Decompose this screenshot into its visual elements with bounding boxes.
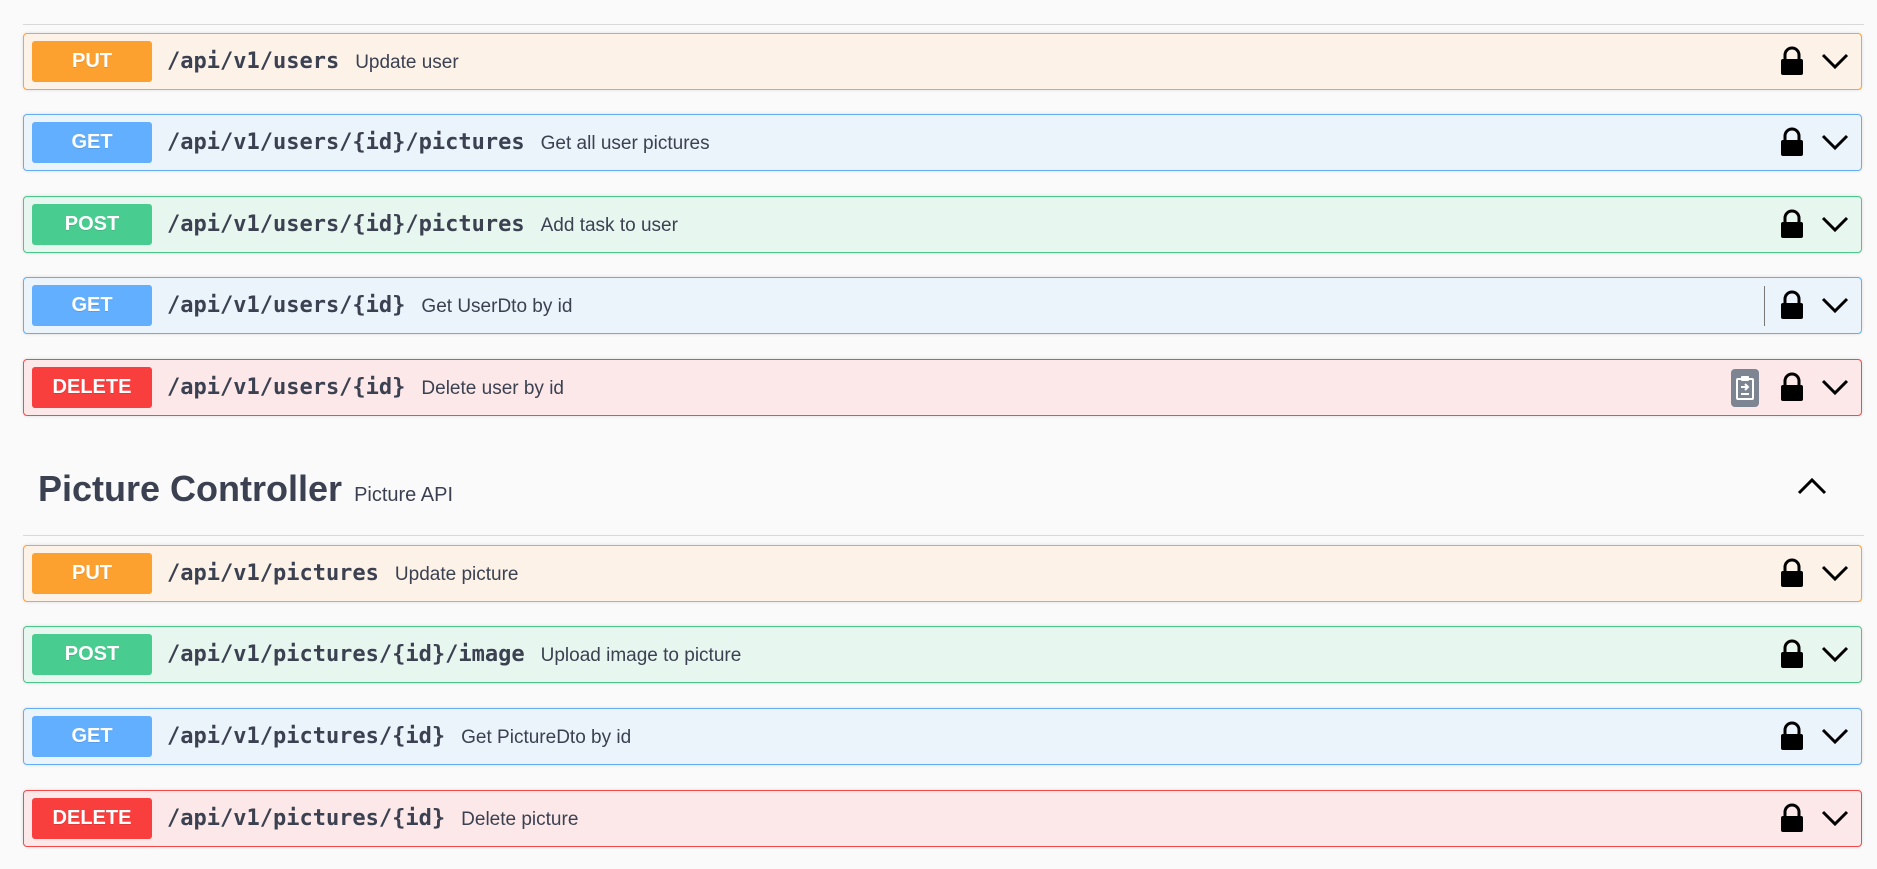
method-badge: GET <box>32 122 152 163</box>
operation-path-row: /api/v1/pictures/{id} Get PictureDto by i… <box>167 709 631 764</box>
method-badge: GET <box>32 716 152 757</box>
operation-summary: Get UserDto by id <box>421 296 573 317</box>
operation-put-pictures[interactable]: PUT /api/v1/pictures Update picture <box>23 545 1862 602</box>
chevron-down-icon[interactable] <box>1821 295 1849 315</box>
operation-path: /api/v1/users/{id}/pictures <box>167 130 525 155</box>
operation-summary: Add task to user <box>540 215 678 236</box>
lock-icon[interactable] <box>1779 721 1805 751</box>
method-badge: PUT <box>32 553 152 594</box>
operation-path-row: /api/v1/pictures Update picture <box>167 546 519 601</box>
operation-summary: Get all user pictures <box>540 133 710 154</box>
method-badge: POST <box>32 634 152 675</box>
method-badge: GET <box>32 285 152 326</box>
operation-path-row: /api/v1/users/{id} Get UserDto by id <box>167 278 572 333</box>
chevron-down-icon[interactable] <box>1821 808 1849 828</box>
section-divider <box>23 24 1864 25</box>
operation-summary: Get PictureDto by id <box>461 727 632 748</box>
vertical-divider <box>1764 286 1765 326</box>
operation-path: /api/v1/users <box>167 49 340 74</box>
lock-icon[interactable] <box>1779 372 1805 402</box>
chevron-down-icon[interactable] <box>1821 563 1849 583</box>
clipboard-copy-icon <box>1736 376 1754 400</box>
operation-delete-user-by-id[interactable]: DELETE /api/v1/users/{id} Delete user by … <box>23 359 1862 416</box>
operation-post-user-pictures[interactable]: POST /api/v1/users/{id}/pictures Add task… <box>23 196 1862 253</box>
tag-title: Picture Controller <box>38 468 343 509</box>
operation-summary: Update picture <box>394 564 519 585</box>
operation-get-picture-by-id[interactable]: GET /api/v1/pictures/{id} Get PictureDto … <box>23 708 1862 765</box>
operation-path: /api/v1/users/{id} <box>167 375 406 400</box>
lock-icon[interactable] <box>1779 558 1805 588</box>
chevron-down-icon[interactable] <box>1821 132 1849 152</box>
chevron-down-icon[interactable] <box>1821 644 1849 664</box>
operation-path-row: /api/v1/users/{id}/pictures Add task to u… <box>167 197 678 252</box>
chevron-down-icon[interactable] <box>1821 51 1849 71</box>
operation-path: /api/v1/pictures/{id}/image <box>167 642 525 667</box>
lock-icon[interactable] <box>1779 209 1805 239</box>
copy-to-clipboard-button[interactable] <box>1731 369 1759 407</box>
lock-icon[interactable] <box>1779 803 1805 833</box>
operation-path: /api/v1/pictures/{id} <box>167 724 446 749</box>
operation-summary: Update user <box>355 52 459 73</box>
tag-description: Picture API <box>354 484 453 506</box>
method-badge: DELETE <box>32 367 152 408</box>
operation-summary: Delete user by id <box>421 378 564 399</box>
operation-get-user-by-id[interactable]: GET /api/v1/users/{id} Get UserDto by id <box>23 277 1862 334</box>
operation-post-picture-image[interactable]: POST /api/v1/pictures/{id}/image Upload i… <box>23 626 1862 683</box>
operation-summary: Upload image to picture <box>540 645 742 666</box>
operation-put-users[interactable]: PUT /api/v1/users Update user <box>23 33 1862 90</box>
chevron-up-icon[interactable] <box>1797 475 1827 497</box>
operation-path-row: /api/v1/users/{id}/pictures Get all user … <box>167 115 710 170</box>
chevron-down-icon[interactable] <box>1821 377 1849 397</box>
operation-summary: Delete picture <box>461 809 579 830</box>
operation-path: /api/v1/pictures <box>167 561 379 586</box>
method-badge: PUT <box>32 41 152 82</box>
section-divider <box>23 535 1864 536</box>
operation-path-row: /api/v1/pictures/{id} Delete picture <box>167 791 578 846</box>
operation-path-row: /api/v1/users/{id} Delete user by id <box>167 360 564 415</box>
operation-path: /api/v1/users/{id} <box>167 293 406 318</box>
tag-header-picture-controller[interactable]: Picture Controller Picture API <box>38 460 453 518</box>
operation-get-user-pictures[interactable]: GET /api/v1/users/{id}/pictures Get all u… <box>23 114 1862 171</box>
chevron-down-icon[interactable] <box>1821 214 1849 234</box>
operation-delete-picture[interactable]: DELETE /api/v1/pictures/{id} Delete pictu… <box>23 790 1862 847</box>
method-badge: DELETE <box>32 798 152 839</box>
method-badge: POST <box>32 204 152 245</box>
lock-icon[interactable] <box>1779 290 1805 320</box>
operation-path: /api/v1/pictures/{id} <box>167 806 446 831</box>
operation-path-row: /api/v1/pictures/{id}/image Upload image … <box>167 627 741 682</box>
operation-path-row: /api/v1/users Update user <box>167 34 459 89</box>
lock-icon[interactable] <box>1779 127 1805 157</box>
lock-icon[interactable] <box>1779 639 1805 669</box>
lock-icon[interactable] <box>1779 46 1805 76</box>
chevron-down-icon[interactable] <box>1821 726 1849 746</box>
operation-path: /api/v1/users/{id}/pictures <box>167 212 525 237</box>
